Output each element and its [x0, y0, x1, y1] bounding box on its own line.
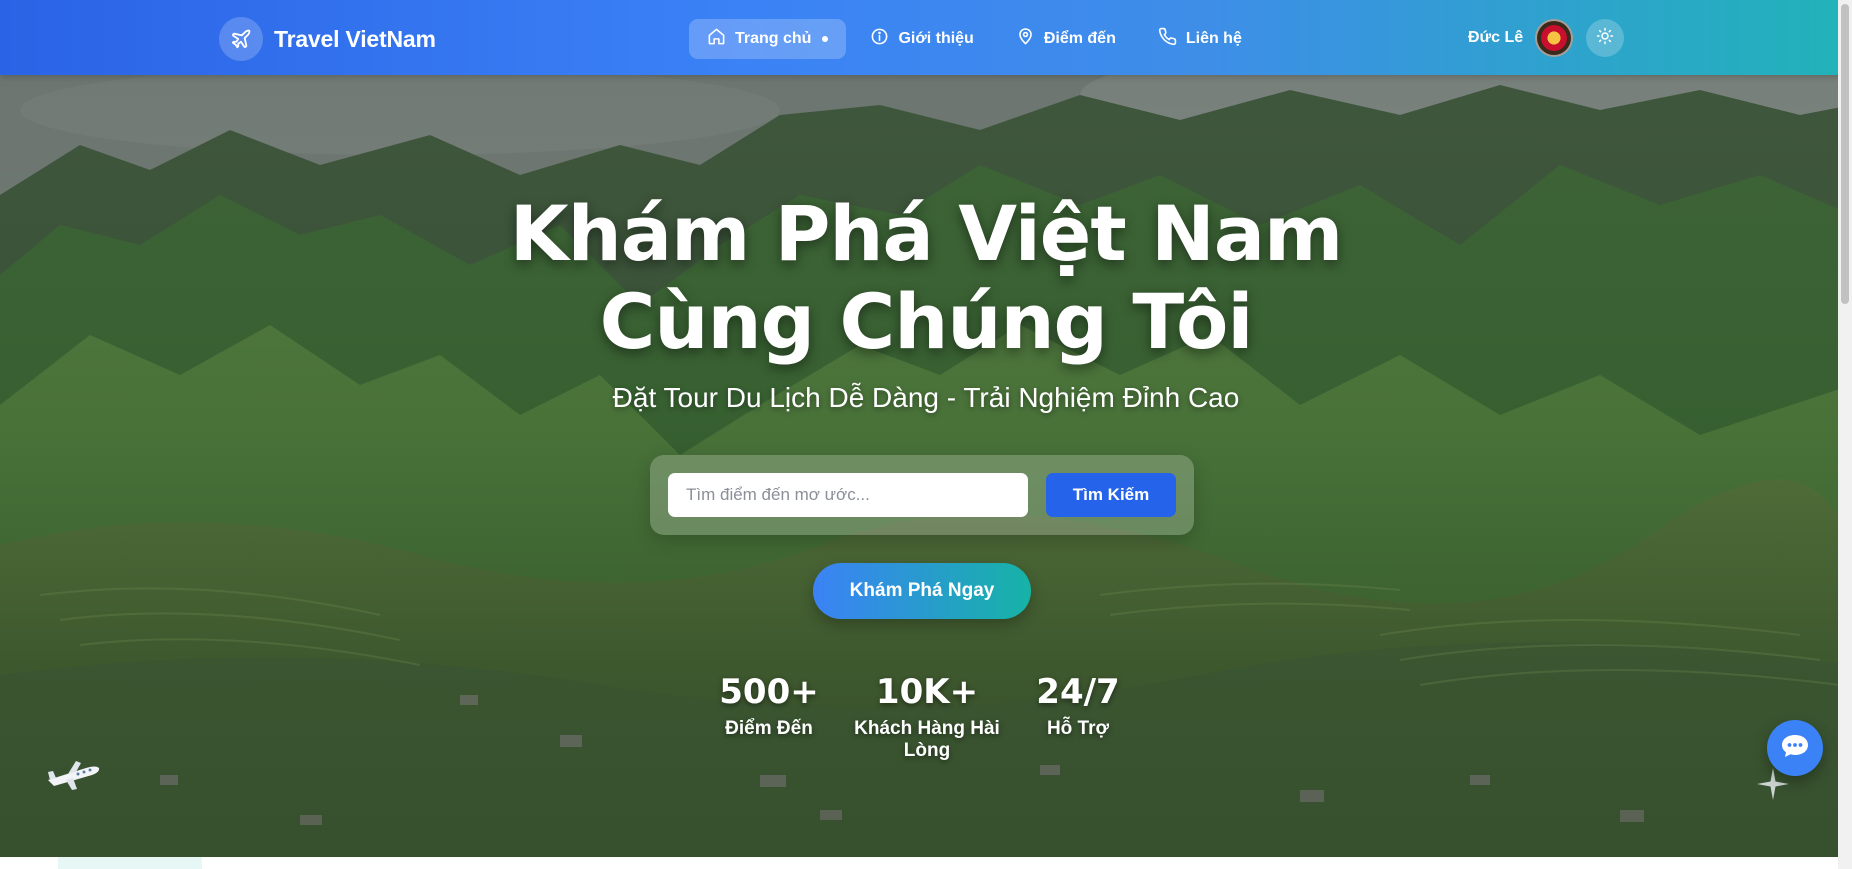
team-crest-avatar	[1541, 25, 1568, 51]
stat-customers: 10K+ Khách Hàng Hài Lòng	[832, 672, 1022, 762]
hero-subtitle: Đặt Tour Du Lịch Dễ Dàng - Trải Nghiệm Đ…	[612, 382, 1240, 413]
nav-item-about[interactable]: Giới thiệu	[852, 19, 991, 59]
nav-item-label: Liên hệ	[1185, 30, 1242, 47]
nav-item-label: Giới thiệu	[898, 30, 974, 47]
user-name: Đức Lê	[1468, 29, 1524, 46]
stat-destinations: 500+ Điểm Đến	[706, 672, 832, 740]
next-section-edge	[0, 857, 1852, 869]
stat-value: 24/7	[1036, 672, 1120, 712]
hero-section: Khám Phá Việt Nam Cùng Chúng Tôi Đặt Tou…	[0, 75, 1852, 857]
hero-title: Khám Phá Việt Nam Cùng Chúng Tôi	[0, 190, 1852, 366]
chat-bubble-icon	[1780, 733, 1810, 764]
stat-label: Hỗ Trợ	[1046, 718, 1110, 739]
chat-support-button[interactable]	[1767, 720, 1823, 776]
main-nav: Trang chủ Giới thiệu Điểm đến Liên hệ	[689, 19, 1260, 59]
nav-item-label: Trang chủ	[735, 30, 812, 47]
hero-title-line-1: Khám Phá Việt Nam	[509, 189, 1343, 278]
nav-item-destinations[interactable]: Điểm đến	[998, 19, 1134, 59]
stat-support: 24/7 Hỗ Trợ	[1022, 672, 1134, 740]
nav-item-label: Điểm đến	[1043, 30, 1116, 47]
plane-icon	[219, 17, 263, 61]
brand[interactable]: Travel VietNam	[219, 17, 436, 61]
nav-item-contact[interactable]: Liên hệ	[1140, 19, 1260, 59]
theme-toggle-button[interactable]	[1586, 19, 1624, 57]
search-panel: Tìm Kiếm	[650, 455, 1194, 535]
nav-item-home[interactable]: Trang chủ	[689, 19, 847, 59]
section-tab-edge	[58, 857, 202, 869]
stat-label: Khách Hàng Hài Lòng	[854, 718, 1000, 761]
map-pin-icon	[1016, 27, 1035, 51]
home-icon	[707, 27, 726, 51]
hero-title-line-2: Cùng Chúng Tôi	[599, 277, 1254, 366]
explore-now-button[interactable]: Khám Phá Ngay	[813, 563, 1031, 619]
stat-value: 500+	[719, 672, 819, 712]
page-scrollbar[interactable]	[1838, 0, 1852, 869]
destination-search-input[interactable]	[668, 473, 1028, 517]
info-icon	[870, 27, 889, 51]
brand-name: Travel VietNam	[274, 25, 436, 52]
phone-icon	[1158, 27, 1177, 51]
active-indicator-dot	[822, 36, 829, 42]
user-menu[interactable]: Đức Lê	[1468, 19, 1574, 57]
sun-icon	[1596, 27, 1614, 50]
top-navbar: Travel VietNam Trang chủ Giới thiệu Điểm…	[0, 0, 1852, 75]
stat-value: 10K+	[875, 672, 979, 712]
search-button[interactable]: Tìm Kiếm	[1046, 473, 1176, 517]
airplane-decoration-icon	[46, 758, 102, 797]
stat-label: Điểm Đến	[725, 718, 813, 739]
avatar[interactable]	[1535, 19, 1574, 57]
scrollbar-thumb[interactable]	[1841, 4, 1849, 304]
